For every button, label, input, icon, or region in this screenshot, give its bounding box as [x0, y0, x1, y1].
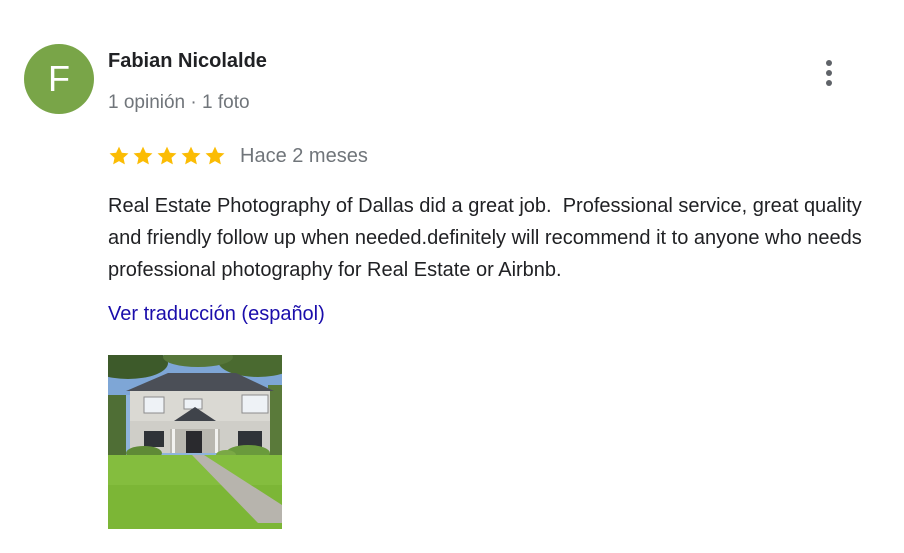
reviewer-avatar[interactable]: F [24, 44, 94, 114]
more-vert-icon [826, 60, 832, 86]
house-photo-image [108, 355, 282, 529]
review-card: F Fabian Nicolalde 1 opinión · 1 foto Ha… [0, 0, 904, 553]
translate-link[interactable]: Ver traducción (español) [108, 303, 325, 326]
review-text: Real Estate Photography of Dallas did a … [108, 195, 868, 281]
rating-row: Hace 2 meses [108, 141, 368, 171]
star-icon [205, 146, 225, 165]
review-date: Hace 2 meses [240, 144, 368, 167]
star-icon [109, 146, 129, 165]
reviewer-meta: 1 opinión · 1 foto [108, 92, 250, 113]
star-icon [133, 146, 153, 165]
star-icon [181, 146, 201, 165]
star-icon [157, 146, 177, 165]
star-rating [108, 145, 226, 167]
review-photo[interactable] [108, 355, 282, 529]
more-options-button[interactable] [812, 56, 846, 90]
reviewer-name[interactable]: Fabian Nicolalde [108, 50, 267, 73]
